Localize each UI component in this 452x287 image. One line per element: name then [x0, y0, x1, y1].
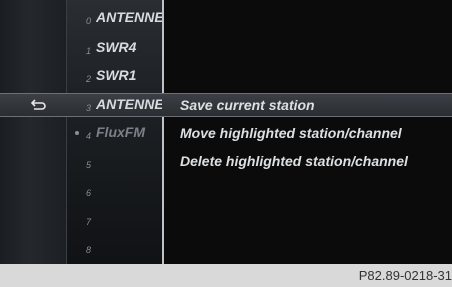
station-row[interactable]: 1 SWR4	[66, 36, 162, 60]
radio-screen: 0 ANTENNE 1 SWR4 2 SWR1 3 ANTENNE 4 Flux…	[0, 0, 452, 264]
left-panel	[0, 0, 66, 264]
station-row[interactable]: 2 SWR1	[66, 64, 162, 88]
station-name: FluxFM	[96, 124, 145, 140]
station-number: 3	[86, 103, 92, 113]
menu-item-delete-highlighted[interactable]: Delete highlighted station/channel	[180, 153, 408, 169]
station-row[interactable]: 8	[66, 235, 162, 259]
menu-item-save-current-station[interactable]: Save current station	[180, 97, 315, 113]
figure-footer: P82.89-0218-31	[0, 264, 452, 287]
station-number: 5	[86, 160, 92, 170]
station-number: 7	[86, 217, 92, 227]
menu-item-move-highlighted[interactable]: Move highlighted station/channel	[180, 125, 402, 141]
figure-code: P82.89-0218-31	[358, 268, 452, 283]
station-name: ANTENNE	[96, 9, 162, 25]
back-button[interactable]	[14, 94, 64, 116]
station-row[interactable]: 5	[66, 150, 162, 174]
station-number: 6	[86, 188, 92, 198]
station-row[interactable]: 4 FluxFM	[66, 121, 162, 145]
station-row[interactable]: 0 ANTENNE	[66, 6, 162, 30]
station-number: 2	[86, 74, 92, 84]
station-row[interactable]: 7	[66, 207, 162, 231]
station-name: SWR1	[96, 67, 137, 83]
station-number: 4	[86, 131, 92, 141]
active-dot-icon	[75, 131, 79, 135]
station-number: 8	[86, 245, 92, 255]
station-row[interactable]: 6	[66, 178, 162, 202]
back-arrow-icon	[31, 99, 46, 110]
station-name: SWR4	[96, 39, 137, 55]
station-row-selected[interactable]: 3 ANTENNE	[66, 93, 162, 117]
station-number: 1	[86, 46, 92, 56]
station-number: 0	[86, 16, 92, 26]
station-name: ANTENNE	[96, 96, 162, 112]
